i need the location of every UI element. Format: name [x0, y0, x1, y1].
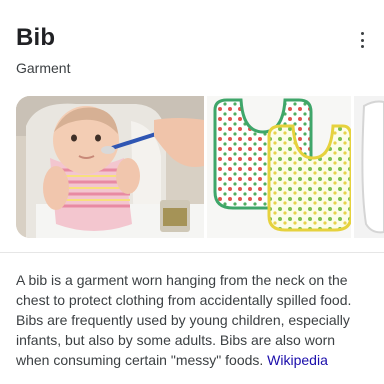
image-gallery	[16, 96, 384, 238]
entity-title: Bib	[16, 24, 56, 51]
entity-subtitle: Garment	[16, 60, 71, 76]
wikipedia-link[interactable]: Wikipedia	[267, 352, 328, 368]
section-divider	[0, 252, 384, 253]
gallery-image-bibs[interactable]	[207, 96, 351, 238]
white-bib-photo	[354, 96, 384, 238]
baby-photo	[16, 96, 204, 238]
gallery-image-partial[interactable]	[354, 96, 384, 238]
gallery-image-baby[interactable]	[16, 96, 204, 238]
bibs-photo	[207, 96, 351, 238]
more-vert-icon[interactable]	[358, 32, 366, 48]
description-block: A bib is a garment worn hanging from the…	[16, 270, 368, 370]
